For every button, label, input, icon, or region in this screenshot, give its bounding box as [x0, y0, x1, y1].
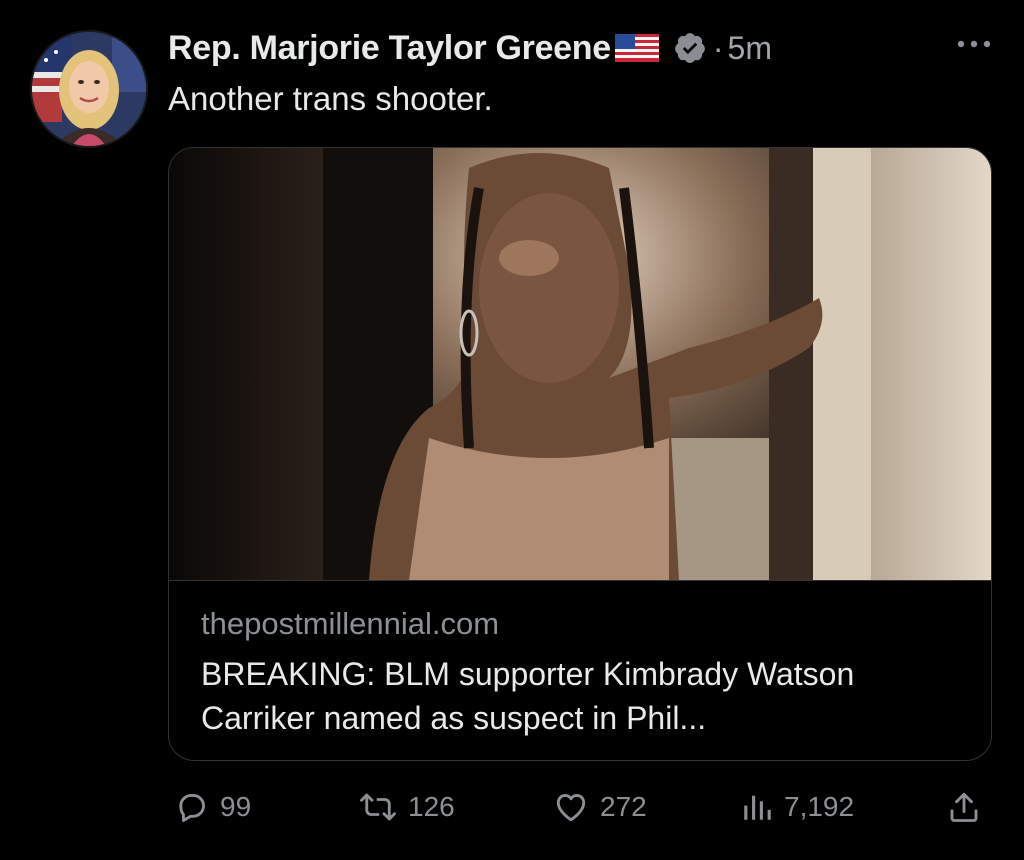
like-count: 272 — [600, 791, 647, 822]
views-icon — [744, 795, 771, 820]
like-button[interactable]: 272 — [552, 782, 647, 832]
avatar[interactable] — [30, 30, 148, 148]
post-timestamp[interactable]: 5m — [728, 30, 772, 67]
views-count: 7,192 — [784, 791, 855, 822]
share-button[interactable] — [946, 782, 982, 832]
heart-icon — [556, 794, 586, 822]
link-preview-image[interactable] — [169, 148, 991, 580]
views-button[interactable]: 7,192 — [740, 782, 854, 832]
link-preview-card[interactable]: thepostmillennial.com BREAKING: BLM supp… — [168, 147, 992, 761]
link-title: BREAKING: BLM supporter Kimbrady Watson … — [201, 656, 855, 736]
post-text: Another trans shooter. — [168, 80, 493, 117]
avatar-photo — [32, 32, 146, 146]
verified-badge-icon[interactable] — [673, 31, 707, 65]
post-header: Rep. Marjorie Taylor Greene · 5m — [168, 26, 772, 70]
share-icon — [950, 792, 978, 822]
more-options-icon[interactable] — [954, 34, 994, 54]
card-divider — [169, 580, 991, 581]
repost-button[interactable]: 126 — [358, 782, 455, 832]
repost-count: 126 — [408, 791, 455, 822]
tweet[interactable]: Rep. Marjorie Taylor Greene · 5m Another… — [0, 0, 1024, 860]
us-flag-icon — [614, 34, 659, 62]
reply-button[interactable]: 99 — [174, 782, 251, 832]
author-name[interactable]: Rep. Marjorie Taylor Greene — [168, 29, 611, 68]
link-domain: thepostmillennial.com — [201, 606, 500, 641]
repost-icon — [360, 793, 396, 821]
action-bar: 99 126 272 7,192 — [168, 782, 998, 832]
reply-count: 99 — [220, 791, 252, 822]
reply-icon — [179, 794, 205, 822]
separator-dot: · — [712, 29, 724, 66]
